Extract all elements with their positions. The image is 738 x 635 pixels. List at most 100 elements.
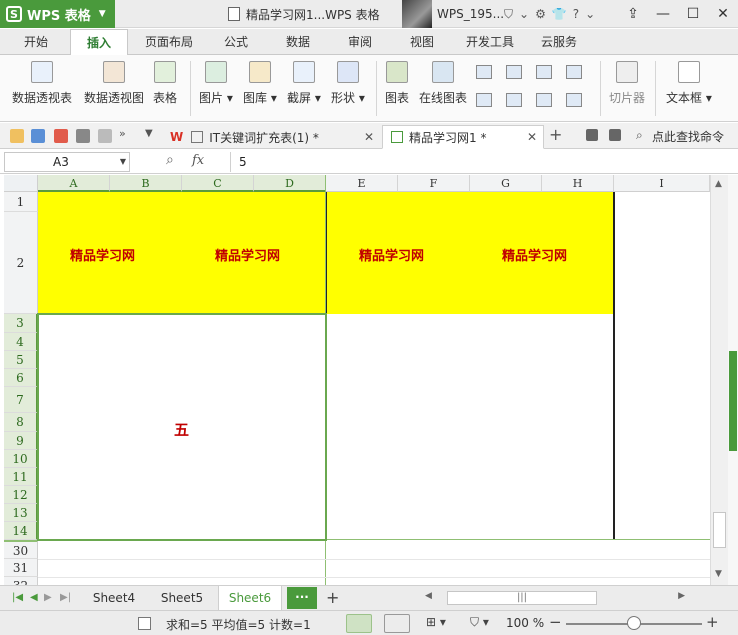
- row-header-12[interactable]: 12: [4, 486, 38, 504]
- close-icon[interactable]: ✕: [527, 130, 537, 144]
- scroll-thumb[interactable]: [713, 512, 726, 548]
- scroll-right-icon[interactable]: ▶: [678, 591, 685, 601]
- select-all-corner[interactable]: [4, 175, 38, 192]
- tab-formulas[interactable]: 公式: [212, 29, 260, 55]
- row-header-1[interactable]: 1: [4, 192, 38, 212]
- chevron-down-icon[interactable]: ▼: [145, 128, 153, 139]
- picture-button[interactable]: 图片 ▾: [199, 61, 233, 106]
- row-header-4[interactable]: 4: [4, 333, 38, 351]
- merged-cell-a3[interactable]: 五: [174, 419, 189, 440]
- minimize-button[interactable]: —: [648, 6, 678, 22]
- help-icon[interactable]: ?: [573, 7, 579, 21]
- gallery-button[interactable]: 图库 ▾: [243, 61, 277, 106]
- row-header-3[interactable]: 3: [4, 314, 38, 333]
- open-icon[interactable]: [10, 129, 24, 143]
- column-header-i[interactable]: I: [614, 175, 710, 192]
- doc-tab-jingpin[interactable]: 精品学习网1 * ✕: [382, 125, 544, 149]
- pivot-table-button[interactable]: 数据透视表: [12, 61, 72, 106]
- chevron-down-icon[interactable]: ⌄: [585, 7, 595, 21]
- row-header-13[interactable]: 13: [4, 504, 38, 522]
- more-icon[interactable]: »: [119, 127, 126, 140]
- save-icon[interactable]: [31, 129, 45, 143]
- maximize-button[interactable]: ☐: [678, 6, 708, 22]
- sheet-tab-sheet4[interactable]: Sheet4: [82, 586, 146, 610]
- tab-cloud[interactable]: 云服务: [532, 29, 586, 55]
- page-break-view-button[interactable]: [384, 614, 410, 633]
- row-header-31[interactable]: 31: [4, 559, 38, 577]
- scroll-thumb[interactable]: |||: [447, 591, 597, 605]
- row-header-10[interactable]: 10: [4, 450, 38, 468]
- row-header-2[interactable]: 2: [4, 212, 38, 314]
- backup-icon[interactable]: [586, 129, 598, 141]
- status-icon[interactable]: [138, 617, 151, 630]
- close-icon[interactable]: ✕: [364, 130, 374, 144]
- online-chart-button[interactable]: 在线图表: [419, 61, 467, 106]
- textbox-button[interactable]: 文本框 ▾: [666, 61, 712, 106]
- normal-view-button[interactable]: [346, 614, 372, 633]
- first-sheet-icon[interactable]: |◀: [12, 592, 23, 603]
- column-header-e[interactable]: E: [326, 175, 398, 192]
- column-header-c[interactable]: C: [182, 175, 254, 192]
- username[interactable]: WPS_195...: [437, 7, 504, 21]
- horizontal-scrollbar[interactable]: ◀ ||| ▶: [425, 591, 695, 605]
- tab-data[interactable]: 数据: [274, 29, 322, 55]
- vertical-scrollbar[interactable]: ▲ ▼: [710, 175, 728, 585]
- close-button[interactable]: ✕: [708, 6, 738, 22]
- column-header-g[interactable]: G: [470, 175, 542, 192]
- last-sheet-icon[interactable]: ▶|: [60, 592, 71, 603]
- row-header-8[interactable]: 8: [4, 413, 38, 432]
- column-header-d[interactable]: D: [254, 175, 326, 192]
- line-chart-icon[interactable]: [536, 65, 552, 79]
- more-sheets-button[interactable]: ···: [287, 587, 317, 609]
- pivot-chart-button[interactable]: 数据透视图: [84, 61, 144, 106]
- zoom-out-button[interactable]: −: [549, 613, 562, 631]
- row-header-5[interactable]: 5: [4, 351, 38, 369]
- formula-input[interactable]: 5: [230, 152, 735, 172]
- spreadsheet-grid[interactable]: A B C D E F G H I 1 2 3 4 5 6 7 8 9 10 1…: [4, 175, 710, 585]
- avatar[interactable]: [402, 0, 432, 28]
- zoom-slider-handle[interactable]: [627, 616, 641, 630]
- side-panel-toggle[interactable]: [729, 351, 737, 451]
- bar-chart-icon[interactable]: [506, 65, 522, 79]
- tab-review[interactable]: 审阅: [336, 29, 384, 55]
- scatter-chart-icon[interactable]: [566, 93, 582, 107]
- prev-sheet-icon[interactable]: ◀: [30, 592, 38, 603]
- slicer-button[interactable]: 切片器: [609, 61, 645, 106]
- upload-icon[interactable]: ⇪: [618, 6, 648, 22]
- column-header-h[interactable]: H: [542, 175, 614, 192]
- chart-button[interactable]: 图表: [385, 61, 409, 106]
- header-cell-cd[interactable]: 精品学习网: [215, 245, 280, 264]
- chevron-down-icon[interactable]: ⌄: [519, 7, 529, 21]
- header-cell-ef[interactable]: 精品学习网: [359, 245, 424, 264]
- command-search[interactable]: 点此查找命令: [652, 128, 724, 145]
- scroll-down-icon[interactable]: ▼: [715, 569, 722, 579]
- doc-tab-it-keywords[interactable]: W IT关键词扩充表(1) * ✕: [162, 125, 380, 149]
- sheet-tab-sheet5[interactable]: Sheet5: [150, 586, 214, 610]
- row-header-7[interactable]: 7: [4, 387, 38, 413]
- next-sheet-icon[interactable]: ▶: [44, 592, 52, 603]
- scroll-up-icon[interactable]: ▲: [715, 179, 722, 189]
- tab-developer[interactable]: 开发工具: [460, 29, 520, 55]
- row-header-32[interactable]: 32: [4, 577, 38, 585]
- column-chart-icon[interactable]: [476, 65, 492, 79]
- protect-icon[interactable]: ⛉ ▾: [470, 615, 489, 630]
- share-icon[interactable]: [609, 129, 621, 141]
- tab-view[interactable]: 视图: [398, 29, 446, 55]
- fx-icon[interactable]: fx: [192, 153, 204, 168]
- column-header-a[interactable]: A: [38, 175, 110, 192]
- pie-chart-icon[interactable]: [536, 93, 552, 107]
- header-cell-ab[interactable]: 精品学习网: [70, 245, 135, 264]
- export-pdf-icon[interactable]: [54, 129, 68, 143]
- column-header-b[interactable]: B: [110, 175, 182, 192]
- tab-home[interactable]: 开始: [12, 29, 60, 55]
- skin-icon[interactable]: 👕: [552, 7, 567, 21]
- print-preview-icon[interactable]: [98, 129, 112, 143]
- stock-chart-icon[interactable]: [506, 93, 522, 107]
- page-setup-icon[interactable]: ⊞ ▾: [426, 615, 446, 629]
- area-chart-icon[interactable]: [476, 93, 492, 107]
- row-header-9[interactable]: 9: [4, 432, 38, 450]
- radar-chart-icon[interactable]: [566, 65, 582, 79]
- zoom-icon[interactable]: ⌕: [166, 152, 174, 168]
- add-sheet-button[interactable]: +: [326, 588, 339, 607]
- row-header-14[interactable]: 14: [4, 522, 38, 540]
